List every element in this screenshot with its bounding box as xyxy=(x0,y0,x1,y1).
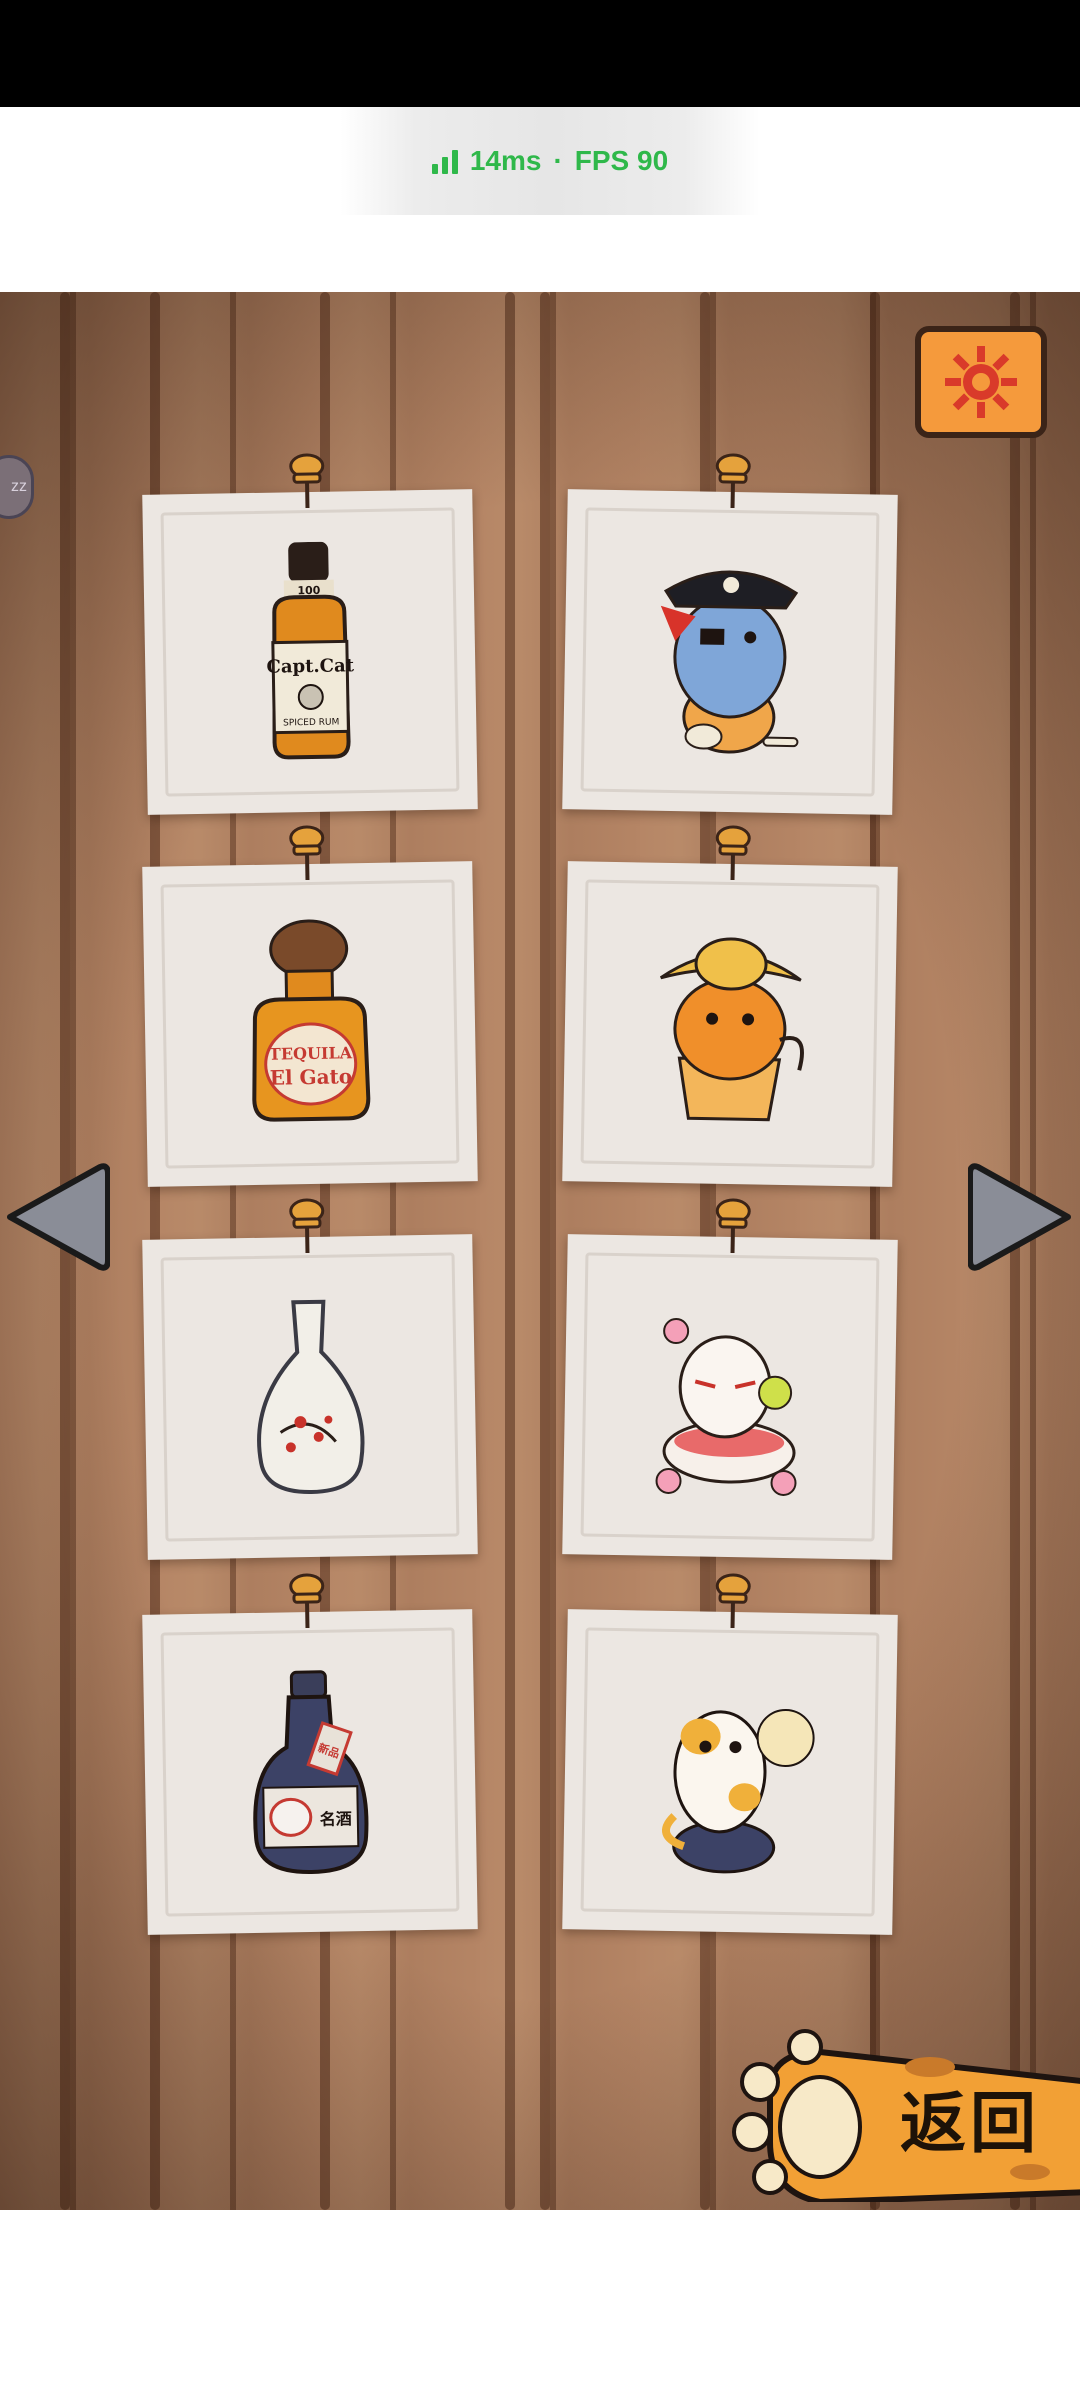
tequila-bottle: TEQUILA El Gato xyxy=(252,919,371,1122)
floating-side-button[interactable]: zz xyxy=(0,455,34,519)
calico-cat xyxy=(662,1708,815,1874)
sakura-cat xyxy=(655,1318,797,1496)
capt-cat-rum-bottle: Capt.Cat SPICED RUM 100 xyxy=(266,541,355,760)
game-area: zz Capt.Cat SPICED RUM 100 TEQUILA El Ga… xyxy=(0,292,1080,2210)
pirate-cat xyxy=(660,570,799,754)
top-black-bar xyxy=(0,0,1080,107)
signal-icon xyxy=(431,148,458,174)
pushpin-icon xyxy=(289,825,325,881)
collection-card[interactable] xyxy=(562,453,898,815)
next-page-arrow[interactable] xyxy=(968,1162,1078,1272)
collection-card[interactable] xyxy=(142,1198,478,1560)
collection-card[interactable]: 新品 名酒 xyxy=(142,1573,478,1935)
side-button-label: zz xyxy=(11,478,27,495)
pushpin-icon xyxy=(289,453,325,509)
svg-text:名酒: 名酒 xyxy=(320,1809,352,1829)
collection-card[interactable] xyxy=(562,1198,898,1560)
collection-card[interactable] xyxy=(562,1573,898,1935)
svg-text:100: 100 xyxy=(297,584,321,597)
triangle-left-icon xyxy=(7,1163,110,1271)
sombrero-cat xyxy=(659,937,804,1122)
back-button-label: 返回 xyxy=(900,2085,1040,2162)
svg-text:TEQUILA: TEQUILA xyxy=(269,1043,353,1063)
triangle-right-icon xyxy=(968,1163,1071,1271)
gear-icon xyxy=(945,346,1017,418)
separator: · xyxy=(553,145,563,176)
settings-button[interactable] xyxy=(915,326,1047,438)
performance-indicator: 14ms · FPS 90 xyxy=(340,107,760,215)
pushpin-icon xyxy=(715,1198,751,1254)
pushpin-icon xyxy=(715,1573,751,1629)
svg-text:Capt.Cat: Capt.Cat xyxy=(266,655,354,678)
pushpin-icon xyxy=(289,1198,325,1254)
collection-card[interactable]: Capt.Cat SPICED RUM 100 xyxy=(142,453,478,815)
mask-bottle: 新品 名酒 xyxy=(253,1670,369,1874)
pushpin-icon xyxy=(715,453,751,509)
fps-text: FPS 90 xyxy=(574,145,669,176)
prev-page-arrow[interactable] xyxy=(0,1162,110,1272)
ping-text: 14ms xyxy=(469,145,542,176)
pushpin-icon xyxy=(289,1573,325,1629)
collection-card[interactable]: TEQUILA El Gato xyxy=(142,825,478,1187)
back-button[interactable]: 返回 xyxy=(730,2022,1080,2202)
sake-vase xyxy=(257,1299,365,1494)
pushpin-icon xyxy=(715,825,751,881)
svg-text:El Gato: El Gato xyxy=(270,1064,353,1089)
svg-text:SPICED RUM: SPICED RUM xyxy=(283,717,339,728)
collection-card[interactable] xyxy=(562,825,898,1187)
